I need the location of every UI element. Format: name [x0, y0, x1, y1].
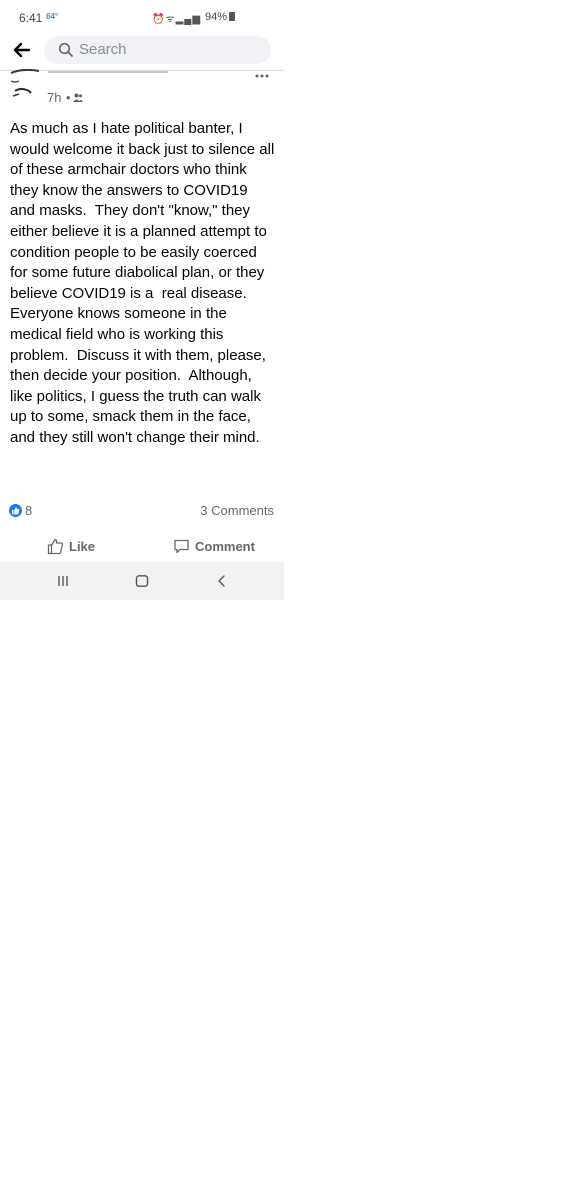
meta-separator: •	[66, 90, 71, 105]
like-button-label: Like	[69, 538, 96, 554]
comment-button[interactable]: Comment	[173, 531, 255, 561]
signal-icon: ▂▄▆	[175, 14, 202, 25]
search-header: Search	[0, 34, 284, 71]
author-name[interactable]	[48, 71, 168, 73]
comments-count[interactable]: 3 Comments	[200, 503, 274, 518]
search-icon	[58, 42, 73, 57]
status-temperature: 64°	[46, 12, 59, 21]
post-actions: Like Comment	[0, 531, 284, 561]
post-timestamp[interactable]: 7h	[47, 90, 61, 105]
search-input[interactable]: Search	[44, 36, 271, 64]
reaction-count[interactable]: 8	[25, 503, 32, 518]
recent-apps-icon[interactable]	[56, 575, 70, 587]
status-icons: ⏰ᯤ▂▄▆	[152, 11, 201, 25]
post-body-text: As much as I hate political banter, I wo…	[10, 120, 279, 446]
reactions-bar: 8 3 Comments	[0, 500, 284, 522]
status-time: 6:41	[19, 11, 43, 25]
post-header: 7h •	[0, 69, 284, 111]
like-button[interactable]: Like	[47, 531, 95, 561]
battery-indicator: 94%	[205, 11, 236, 23]
friends-icon	[73, 93, 83, 102]
like-reaction-icon[interactable]	[9, 504, 22, 517]
back-arrow-icon[interactable]	[12, 40, 32, 60]
battery-icon	[229, 12, 236, 21]
thumbs-up-icon	[47, 538, 64, 554]
battery-percent: 94%	[205, 11, 228, 23]
more-options-icon[interactable]	[255, 74, 269, 78]
comment-bubble-icon	[174, 539, 189, 553]
wifi-icon: ᯤ	[165, 14, 176, 25]
avatar[interactable]	[9, 69, 41, 101]
home-icon[interactable]	[135, 575, 149, 587]
alarm-icon: ⏰	[152, 14, 166, 25]
facebook-post-screen: 6:41 64° ⏰ᯤ▂▄▆ 94% Search 7h • As much a…	[0, 0, 284, 600]
comment-button-label: Comment	[195, 538, 255, 554]
android-navigation-bar	[0, 562, 284, 600]
nav-back-icon[interactable]	[216, 575, 228, 587]
status-bar: 6:41 64° ⏰ᯤ▂▄▆ 94%	[0, 0, 284, 34]
search-placeholder: Search	[79, 41, 127, 58]
